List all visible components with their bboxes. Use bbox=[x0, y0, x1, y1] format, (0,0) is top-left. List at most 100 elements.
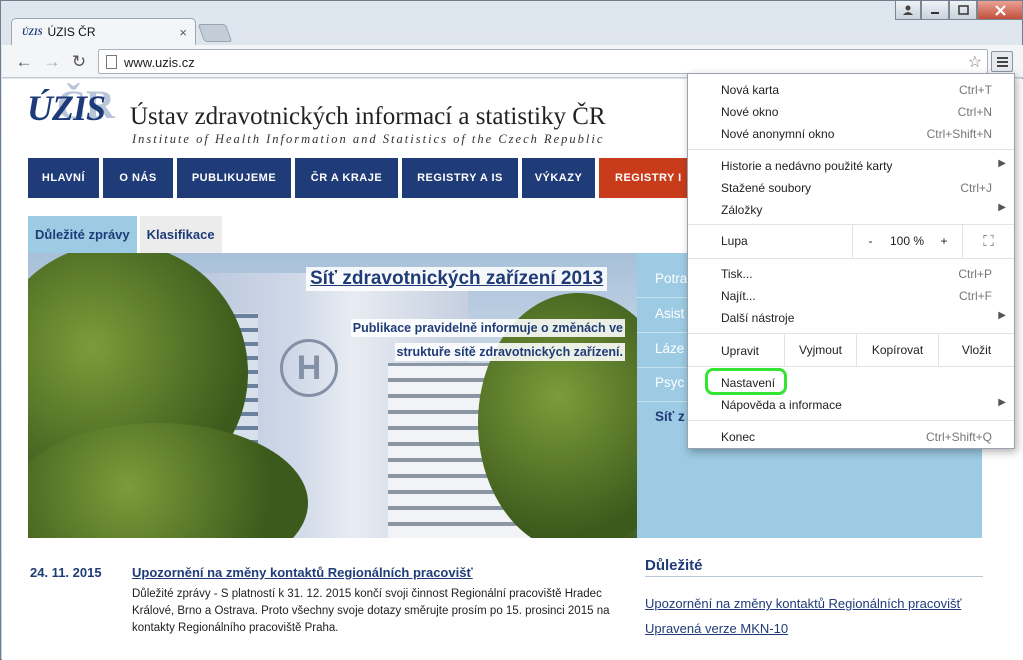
back-icon[interactable]: ← bbox=[13, 51, 35, 73]
side-item[interactable]: Psyc bbox=[655, 375, 684, 390]
user-icon[interactable] bbox=[895, 1, 921, 20]
submenu-arrow-icon: ▶ bbox=[998, 310, 1006, 321]
maximize-icon[interactable] bbox=[949, 1, 977, 20]
menu-item-label: Nové anonymní okno bbox=[721, 127, 835, 141]
menu-item-shortcut: Ctrl+F bbox=[959, 289, 992, 303]
hero-text-line: Publikace pravidelně informuje o změnách… bbox=[350, 319, 625, 337]
zoom-out-button[interactable]: - bbox=[852, 224, 888, 258]
menu-bar-icon bbox=[996, 60, 1008, 63]
address-bar[interactable]: www.uzis.cz ☆ bbox=[98, 49, 988, 74]
paste-button[interactable]: Vložit bbox=[938, 334, 1014, 366]
copy-button[interactable]: Kopírovat bbox=[856, 334, 938, 366]
menu-item-bookmarks[interactable]: Záložky ▶ bbox=[688, 199, 1014, 221]
submenu-arrow-icon: ▶ bbox=[998, 158, 1006, 169]
menu-item-downloads[interactable]: Stažené soubory Ctrl+J bbox=[688, 177, 1014, 199]
submenu-arrow-icon: ▶ bbox=[998, 202, 1006, 213]
menu-item-label: Stažené soubory bbox=[721, 181, 812, 195]
hero-title[interactable]: Síť zdravotnických zařízení 2013 bbox=[306, 267, 608, 291]
side-item[interactable]: Láze bbox=[655, 341, 684, 356]
reload-icon[interactable]: ↻ bbox=[68, 51, 90, 73]
menu-item-label: Další nástroje bbox=[721, 311, 795, 325]
menu-item-label: Nové okno bbox=[721, 105, 779, 119]
minimize-icon[interactable] bbox=[921, 1, 949, 20]
menu-item-shortcut: Ctrl+T bbox=[959, 83, 992, 97]
page-icon bbox=[106, 55, 117, 69]
menu-separator bbox=[688, 258, 1014, 259]
zoom-level: 100 % bbox=[889, 234, 925, 248]
forward-icon[interactable]: → bbox=[41, 51, 63, 73]
menu-item-history[interactable]: Historie a nedávno použité karty ▶ bbox=[688, 155, 1014, 177]
nav-registry-a-is[interactable]: REGISTRY A IS bbox=[402, 158, 518, 198]
bookmark-star-icon[interactable]: ☆ bbox=[968, 52, 982, 72]
menu-bar-icon bbox=[996, 64, 1008, 67]
hero-text-line: struktuře sítě zdravotnických zařízení. bbox=[394, 343, 625, 361]
tab-strip: ÚZIS ÚZIS ČR × bbox=[1, 1, 1023, 45]
tab-uzis[interactable]: ÚZIS ÚZIS ČR × bbox=[11, 18, 196, 45]
important-heading: Důležité bbox=[645, 557, 703, 574]
settings-highlight-annotation bbox=[705, 368, 787, 395]
window-controls bbox=[895, 1, 1023, 21]
nav-hlavni[interactable]: HLAVNÍ bbox=[28, 158, 99, 198]
menu-separator bbox=[688, 420, 1014, 421]
nav-publikujeme[interactable]: PUBLIKUJEME bbox=[177, 158, 291, 198]
menu-item-shortcut: Ctrl+Shift+N bbox=[926, 127, 992, 141]
menu-item-shortcut: Ctrl+P bbox=[958, 267, 992, 281]
menu-item-label: Konec bbox=[721, 430, 756, 444]
menu-separator bbox=[688, 149, 1014, 150]
new-tab-button[interactable] bbox=[197, 24, 233, 42]
news-tabs: Důležité zprávy Klasifikace bbox=[28, 216, 222, 253]
nav-vykazy[interactable]: VÝKAZY bbox=[522, 158, 595, 198]
edit-label: Upravit bbox=[721, 344, 760, 358]
menu-item-new-window[interactable]: Nové okno Ctrl+N bbox=[688, 101, 1014, 123]
news-title-link[interactable]: Upozornění na změny kontaktů Regionálníc… bbox=[132, 565, 473, 580]
menu-item-label: Záložky bbox=[721, 203, 763, 217]
url-text[interactable]: www.uzis.cz bbox=[124, 55, 195, 70]
nav-registry-red[interactable]: REGISTRY I bbox=[599, 158, 699, 198]
menu-item-label: Tisk... bbox=[721, 267, 753, 281]
zoom-label: Lupa bbox=[721, 234, 748, 248]
menu-item-label: Najít... bbox=[721, 289, 756, 303]
menu-item-label: Nápověda a informace bbox=[721, 398, 842, 412]
tab-klasifikace[interactable]: Klasifikace bbox=[139, 216, 222, 253]
cut-button[interactable]: Vyjmout bbox=[784, 334, 856, 366]
news-date: 24. 11. 2015 bbox=[30, 565, 102, 580]
menu-zoom-row: Lupa - 100 % + ⛶ bbox=[688, 224, 1014, 258]
close-window-icon[interactable] bbox=[977, 1, 1023, 20]
side-item-active[interactable]: Síť z bbox=[655, 409, 685, 424]
menu-item-shortcut: Ctrl+J bbox=[960, 181, 992, 195]
news-body: Důležité zprávy - S platností k 31. 12. … bbox=[132, 588, 610, 634]
hero-banner[interactable]: H Síť zdravotnických zařízení 2013 Publi… bbox=[28, 253, 637, 538]
menu-item-find[interactable]: Najít... Ctrl+F bbox=[688, 285, 1014, 307]
important-link[interactable]: Upravená verze MKN-10 bbox=[645, 621, 788, 636]
menu-item-shortcut: Ctrl+N bbox=[957, 105, 992, 119]
zoom-in-button[interactable]: + bbox=[926, 224, 962, 258]
site-logo[interactable]: ÚZIS bbox=[27, 87, 106, 129]
menu-separator bbox=[688, 366, 1014, 367]
menu-item-more-tools[interactable]: Další nástroje ▶ bbox=[688, 307, 1014, 329]
chrome-menu-button[interactable] bbox=[991, 51, 1013, 72]
menu-edit-row: Upravit Vyjmout Kopírovat Vložit bbox=[688, 334, 1014, 366]
main-navigation: HLAVNÍ O NÁS PUBLIKUJEME ČR A KRAJE REGI… bbox=[28, 158, 699, 198]
menu-item-print[interactable]: Tisk... Ctrl+P bbox=[688, 263, 1014, 285]
important-link[interactable]: Upozornění na změny kontaktů Regionálníc… bbox=[645, 596, 961, 611]
menu-item-shortcut: Ctrl+Shift+Q bbox=[925, 430, 992, 444]
hero-description: Publikace pravidelně informuje o změnách… bbox=[295, 316, 625, 364]
menu-bar-icon bbox=[996, 56, 1008, 59]
side-item[interactable]: Asist bbox=[655, 306, 684, 321]
site-subtitle: Institute of Health Information and Stat… bbox=[132, 132, 605, 146]
fullscreen-icon[interactable]: ⛶ bbox=[962, 224, 1014, 258]
site-title: Ústav zdravotnických informací a statist… bbox=[130, 103, 606, 130]
nav-cr-a-kraje[interactable]: ČR A KRAJE bbox=[295, 158, 398, 198]
menu-item-label: Nová karta bbox=[721, 83, 780, 97]
side-item[interactable]: Potra bbox=[655, 271, 687, 286]
menu-item-exit[interactable]: Konec Ctrl+Shift+Q bbox=[688, 426, 1014, 448]
menu-item-incognito[interactable]: Nové anonymní okno Ctrl+Shift+N bbox=[688, 123, 1014, 145]
menu-item-new-tab[interactable]: Nová karta Ctrl+T bbox=[688, 79, 1014, 101]
uzis-favicon-icon: ÚZIS bbox=[22, 27, 43, 37]
menu-item-help[interactable]: Nápověda a informace ▶ bbox=[688, 394, 1014, 416]
tab-dulezite-zpravy[interactable]: Důležité zprávy bbox=[28, 216, 137, 253]
nav-o-nas[interactable]: O NÁS bbox=[103, 158, 173, 198]
tab-close-icon[interactable]: × bbox=[179, 25, 187, 40]
browser-window: ÚZIS ÚZIS ČR × ← → ↻ www.uzis.cz ☆ ČR ÚZ… bbox=[0, 0, 1023, 660]
submenu-arrow-icon: ▶ bbox=[998, 397, 1006, 408]
